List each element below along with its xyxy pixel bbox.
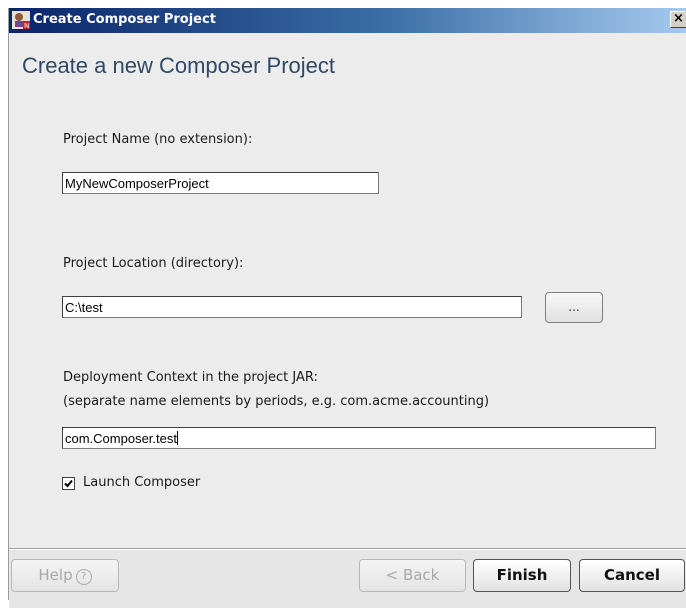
project-name-label: Project Name (no extension): [63,132,253,147]
page-heading: Create a new Composer Project [22,53,336,78]
project-location-label: Project Location (directory): [63,256,244,271]
deployment-context-field[interactable]: com.Composer.test [62,427,656,449]
launch-composer-checkbox[interactable] [62,477,75,490]
window-title: Create Composer Project [33,12,216,27]
text-caret [177,431,178,445]
deployment-context-hint: (separate name elements by periods, e.g.… [63,394,490,409]
help-icon: ? [75,569,92,585]
composer-app-icon: N [12,11,30,30]
help-button[interactable]: Help? [11,559,119,592]
button-bar: Help? < Back Finish Cancel [9,550,686,608]
project-name-value: MyNewComposerProject [65,176,209,191]
close-button[interactable]: × [670,11,686,28]
back-button[interactable]: < Back [359,559,466,592]
create-composer-project-dialog: N Create Composer Project × Create a new… [8,8,686,608]
checkmark-icon [64,479,73,488]
project-name-field[interactable]: MyNewComposerProject [62,172,379,194]
browse-directory-button[interactable]: ... [545,292,603,323]
deployment-context-value: com.Composer.test [65,431,177,446]
deployment-context-label: Deployment Context in the project JAR: [63,370,318,385]
finish-button[interactable]: Finish [473,559,571,592]
project-location-value: C:\test [65,300,103,315]
close-icon: × [673,11,684,26]
help-button-label: Help [38,566,73,584]
project-location-field[interactable]: C:\test [62,296,522,318]
cancel-button[interactable]: Cancel [579,559,685,592]
svg-text:N: N [24,22,29,29]
launch-composer-label[interactable]: Launch Composer [83,474,200,492]
title-bar: N Create Composer Project × [9,8,686,33]
